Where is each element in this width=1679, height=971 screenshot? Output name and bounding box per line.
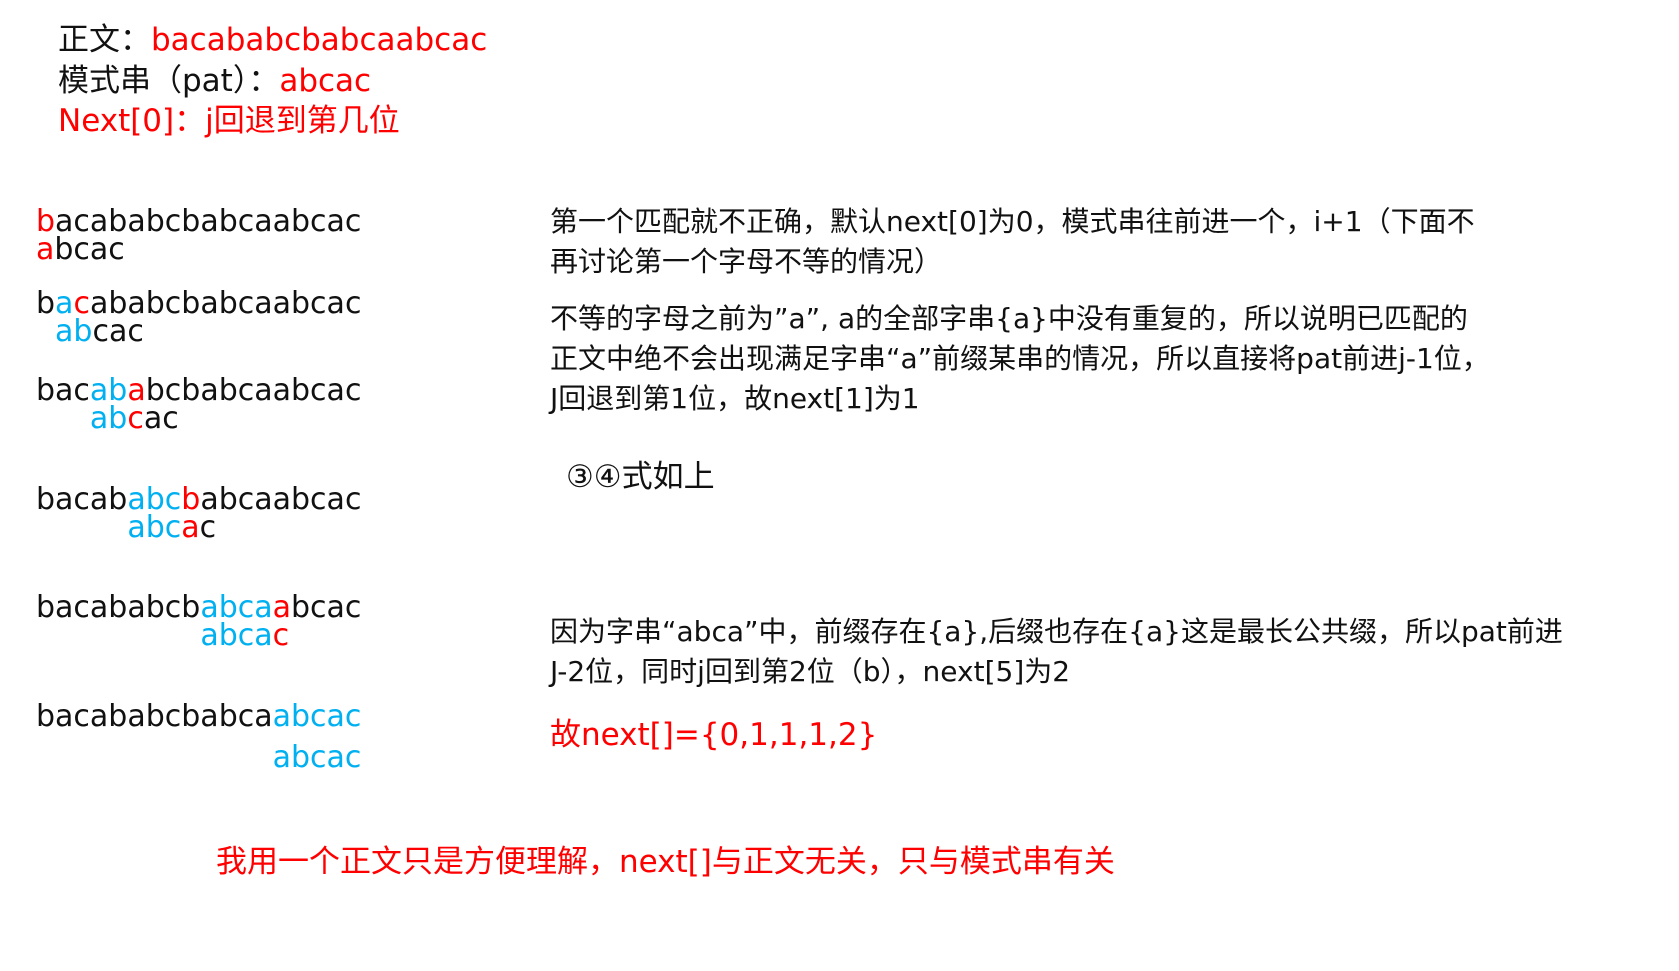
text-segment: bacab bbox=[36, 482, 128, 517]
text-segment: abcaabcac bbox=[200, 482, 362, 517]
explanation-step5-line1: 因为字串“abca”中，前缀存在{a},后缀也存在{a}这是最长公共缀，所以pa… bbox=[550, 615, 1563, 648]
explanation-step1-line1: 第一个匹配就不正确，默认next[0]为0，模式串往前进一个，i+1（下面不 bbox=[550, 205, 1475, 238]
alignment-2-pattern: abcac bbox=[55, 314, 144, 349]
alignment-1-pattern: abcac bbox=[36, 232, 125, 267]
pattern-segment: a bbox=[181, 510, 200, 545]
alignment-6-text: bacababcbabcaabcac bbox=[36, 699, 361, 734]
text-value: bacababcbabcaabcac bbox=[151, 22, 488, 58]
pattern-segment: abcac bbox=[272, 740, 362, 775]
explanation-step2-line2: 正文中绝不会出现满足字串“a”前缀某串的情况，所以直接将pat前进j-1位， bbox=[550, 342, 1490, 375]
pattern-segment: ab bbox=[89, 401, 128, 436]
alignment-3-pattern: abcac bbox=[90, 401, 179, 436]
pattern-segment: a bbox=[36, 232, 55, 267]
pattern-label: 模式串（pat）： bbox=[58, 63, 280, 99]
text-segment: abcac bbox=[272, 699, 362, 734]
explanation-step34: ③④式如上 bbox=[566, 459, 715, 495]
pattern-segment: abc bbox=[127, 510, 182, 545]
pattern-segment: cac bbox=[92, 314, 144, 349]
alignment-4-pattern: abcac bbox=[127, 510, 216, 545]
alignment-5-pattern: abcac bbox=[200, 618, 289, 653]
text-segment: bac bbox=[36, 373, 90, 408]
explanation-step2-line1: 不等的字母之前为”a”, a的全部字串{a}中没有重复的，所以说明已匹配的 bbox=[550, 302, 1468, 335]
alignment-6-pattern: abcac bbox=[273, 740, 362, 775]
text-label: 正文： bbox=[58, 22, 151, 58]
alignment-3-text: bacababcbabcaabcac bbox=[36, 373, 361, 408]
text-line: 正文：bacababcbabcaabcac bbox=[58, 14, 487, 59]
text-segment: bacababcb bbox=[36, 590, 201, 625]
explanation-step1-line2: 再讨论第一个字母不等的情况） bbox=[550, 245, 943, 278]
explanation-step5-line2: J-2位，同时j回到第2位（b），next[5]为2 bbox=[550, 655, 1071, 688]
text-segment: bacababcbabca bbox=[36, 699, 273, 734]
pattern-segment: c bbox=[127, 401, 144, 436]
next-result: 故next[]={0,1,1,1,2} bbox=[550, 717, 878, 753]
explanation-step2-line3: J回退到第1位，故next[1]为1 bbox=[550, 382, 920, 415]
pattern-line: 模式串（pat）：abcac bbox=[58, 55, 371, 100]
pattern-segment: c bbox=[272, 618, 290, 653]
footer-note: 我用一个正文只是方便理解，next[]与正文无关，只与模式串有关 bbox=[216, 844, 1115, 880]
pattern-segment: ab bbox=[55, 314, 93, 349]
pattern-segment: c bbox=[199, 510, 217, 545]
pattern-segment: abca bbox=[200, 618, 273, 653]
next-note: Next[0]：j回退到第几位 bbox=[58, 103, 400, 139]
pattern-value: abcac bbox=[279, 63, 372, 99]
explanation-step5: 因为字串“abca”中，前缀存在{a},后缀也存在{a}这是最长公共缀，所以pa… bbox=[550, 612, 1563, 692]
explanation-step2: 不等的字母之前为”a”, a的全部字串{a}中没有重复的，所以说明已匹配的 正文… bbox=[550, 299, 1490, 419]
explanation-step1: 第一个匹配就不正确，默认next[0]为0，模式串往前进一个，i+1（下面不 再… bbox=[550, 202, 1475, 282]
text-segment: b bbox=[36, 286, 56, 321]
pattern-segment: bcac bbox=[54, 232, 125, 267]
alignment-5-text: bacababcbabcaabcac bbox=[36, 590, 361, 625]
pattern-segment: ac bbox=[143, 401, 179, 436]
text-segment: bcac bbox=[291, 590, 362, 625]
